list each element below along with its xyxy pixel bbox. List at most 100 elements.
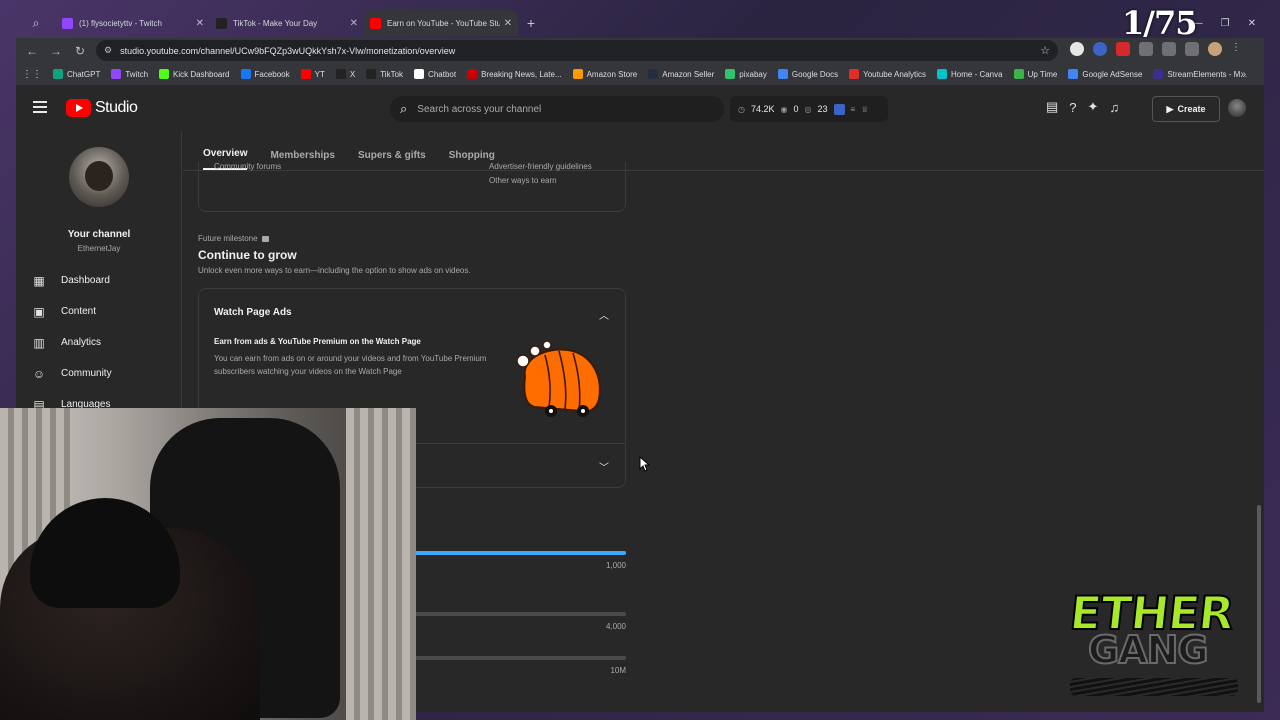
kebab-menu-icon[interactable]: ⋮ bbox=[1231, 42, 1245, 56]
subscribers-count: 23 bbox=[817, 104, 828, 114]
community-forums-link[interactable]: Community forums bbox=[214, 162, 281, 171]
adblock-icon[interactable] bbox=[1116, 42, 1130, 56]
sidebar-item-label: Analytics bbox=[61, 337, 102, 348]
feedback-icon[interactable]: ▤ bbox=[1046, 99, 1058, 115]
help-icon[interactable]: ? bbox=[1069, 100, 1076, 115]
subscribers-goal: 1,000 bbox=[605, 561, 626, 570]
bookmark-label: Chatbot bbox=[428, 69, 457, 79]
lock-icon bbox=[261, 236, 269, 242]
search-placeholder: Search across your channel bbox=[417, 103, 542, 115]
channel-handle: EthernetJay bbox=[77, 244, 121, 253]
bookmark-item[interactable]: Chatbot bbox=[414, 69, 456, 79]
download-icon[interactable] bbox=[1185, 42, 1199, 56]
cast-icon[interactable] bbox=[1162, 42, 1176, 56]
chevron-down-icon[interactable]: ﹀ bbox=[599, 459, 609, 474]
new-tab-button[interactable]: + bbox=[518, 15, 544, 31]
bookmark-item[interactable]: Google AdSense bbox=[1068, 69, 1142, 79]
bookmark-item[interactable]: Home - Canva bbox=[937, 69, 1003, 79]
tiktok-favicon-icon bbox=[216, 17, 227, 29]
account-avatar[interactable] bbox=[1228, 99, 1246, 117]
address-bar[interactable]: ⚙ studio.youtube.com/channel/UCw9bFQZp3w… bbox=[96, 40, 1058, 61]
close-tab-icon[interactable]: ✕ bbox=[504, 18, 512, 29]
close-tab-icon[interactable]: ✕ bbox=[350, 18, 358, 29]
reload-icon[interactable]: ↻ bbox=[68, 44, 92, 58]
bookmark-item[interactable]: Up Time bbox=[1013, 69, 1058, 79]
bookmark-favicon-icon bbox=[849, 69, 860, 79]
restore-icon[interactable]: ❐ bbox=[1221, 18, 1230, 29]
page-scrollbar[interactable] bbox=[1257, 505, 1261, 703]
views-count: 74.2K bbox=[750, 104, 775, 114]
tab-search-icon[interactable]: ⌕ bbox=[16, 10, 56, 36]
watch-page-ads-title[interactable]: Watch Page Ads bbox=[214, 307, 292, 318]
site-info-icon[interactable]: ⚙ bbox=[104, 45, 112, 56]
profile-avatar-icon[interactable] bbox=[1208, 42, 1222, 56]
ads-illustration-icon bbox=[516, 340, 601, 417]
bookmark-label: Amazon Seller bbox=[662, 69, 715, 79]
other-ways-link[interactable]: Other ways to earn bbox=[489, 176, 557, 185]
bookmark-item[interactable]: pixabay bbox=[725, 69, 767, 79]
bookmark-item[interactable]: Kick Dashboard bbox=[159, 69, 230, 79]
bookmark-item[interactable]: Facebook bbox=[240, 69, 290, 79]
bookmark-item[interactable]: ChatGPT bbox=[53, 69, 100, 79]
more-bookmarks-icon[interactable]: » bbox=[1240, 69, 1246, 80]
logo-line-2: GANG bbox=[1087, 627, 1210, 673]
bookmark-item[interactable]: YT bbox=[300, 69, 325, 79]
channel-title: Your channel bbox=[67, 229, 131, 240]
extension-icon[interactable] bbox=[1093, 42, 1107, 56]
bookmark-label: Up Time bbox=[1027, 69, 1058, 79]
browser-tab-tiktok[interactable]: TikTok - Make Your Day ✕ bbox=[210, 10, 364, 36]
milestone-label: Future milestone bbox=[198, 234, 269, 243]
sidebar-item-analytics[interactable]: ▥ Analytics bbox=[31, 327, 112, 358]
close-tab-icon[interactable]: ✕ bbox=[196, 18, 204, 29]
tab-title: TikTok - Make Your Day bbox=[233, 18, 318, 28]
bookmark-item[interactable]: Google Docs bbox=[777, 69, 838, 79]
browser-tab-youtube-studio[interactable]: Earn on YouTube - YouTube Stu ✕ bbox=[364, 10, 518, 36]
content-icon: ▣ bbox=[33, 304, 45, 319]
bookmark-star-icon[interactable]: ☆ bbox=[1040, 44, 1050, 57]
bookmark-item[interactable]: Amazon Store bbox=[572, 69, 637, 79]
curtain-right bbox=[346, 408, 416, 720]
channel-stats-pill[interactable]: ◷ 74.2K ◉ 0 ◎ 23 ≡ ♕ bbox=[730, 96, 888, 122]
bookmark-favicon-icon bbox=[725, 69, 736, 79]
create-button[interactable]: ▶ Create bbox=[1152, 96, 1220, 122]
close-window-icon[interactable]: ✕ bbox=[1248, 18, 1256, 29]
bookmark-item[interactable]: Amazon Seller bbox=[648, 69, 714, 79]
sidebar-item-label: Dashboard bbox=[61, 275, 110, 286]
notifications-icon[interactable]: ♫ bbox=[1109, 100, 1119, 115]
back-icon[interactable]: ← bbox=[20, 44, 44, 58]
bookmark-favicon-icon bbox=[777, 69, 788, 79]
bookmark-label: X bbox=[349, 69, 356, 79]
dashboard-icon: ▦ bbox=[33, 273, 45, 288]
extension-icon[interactable] bbox=[1070, 42, 1084, 56]
sidebar-item-dashboard[interactable]: ▦ Dashboard bbox=[31, 265, 112, 296]
trophy-icon: ♕ bbox=[861, 104, 869, 114]
bookmark-label: Home - Canva bbox=[951, 69, 1003, 79]
sidebar-item-content[interactable]: ▣ Content bbox=[31, 296, 112, 327]
bookmark-item[interactable]: X bbox=[335, 69, 356, 79]
apps-icon[interactable]: ⋮⋮ bbox=[22, 69, 42, 80]
bookmark-favicon-icon bbox=[467, 69, 478, 79]
studio-logo[interactable]: Studio bbox=[66, 99, 138, 117]
bookmark-favicon-icon bbox=[1068, 69, 1079, 79]
advertiser-guidelines-link[interactable]: Advertiser-friendly guidelines bbox=[489, 162, 592, 171]
sparkle-icon[interactable]: ✦ bbox=[1088, 99, 1099, 115]
bookmark-item[interactable]: Twitch bbox=[111, 69, 148, 79]
bookmark-item[interactable]: Breaking News, Late... bbox=[467, 69, 562, 79]
bookmark-item[interactable]: StreamElements - M... bbox=[1153, 69, 1247, 79]
chevron-up-icon[interactable]: ︿ bbox=[599, 307, 609, 322]
bookmark-item[interactable]: Youtube Analytics bbox=[849, 69, 926, 79]
search-input[interactable]: ⌕ Search across your channel bbox=[390, 96, 724, 122]
browser-toolbar: ← → ↻ ⚙ studio.youtube.com/channel/UCw9b… bbox=[16, 38, 1264, 63]
create-label: Create bbox=[1177, 104, 1206, 114]
window-controls: — ❐ ✕ bbox=[1193, 10, 1256, 36]
browser-tab-twitch[interactable]: (1) flysocietyttv - Twitch ✕ bbox=[56, 10, 210, 36]
channel-avatar[interactable] bbox=[69, 147, 129, 207]
menu-icon[interactable] bbox=[33, 101, 47, 116]
sidebar-item-community[interactable]: ☺ Community bbox=[31, 358, 112, 389]
bookmark-favicon-icon bbox=[414, 69, 425, 79]
studio-header: Studio ⌕ Search across your channel ◷ 74… bbox=[16, 85, 1264, 131]
bookmark-label: Youtube Analytics bbox=[863, 69, 926, 79]
bookmark-item[interactable]: TikTok bbox=[366, 69, 403, 79]
puzzle-icon[interactable] bbox=[1139, 42, 1153, 56]
forward-icon[interactable]: → bbox=[44, 44, 68, 58]
